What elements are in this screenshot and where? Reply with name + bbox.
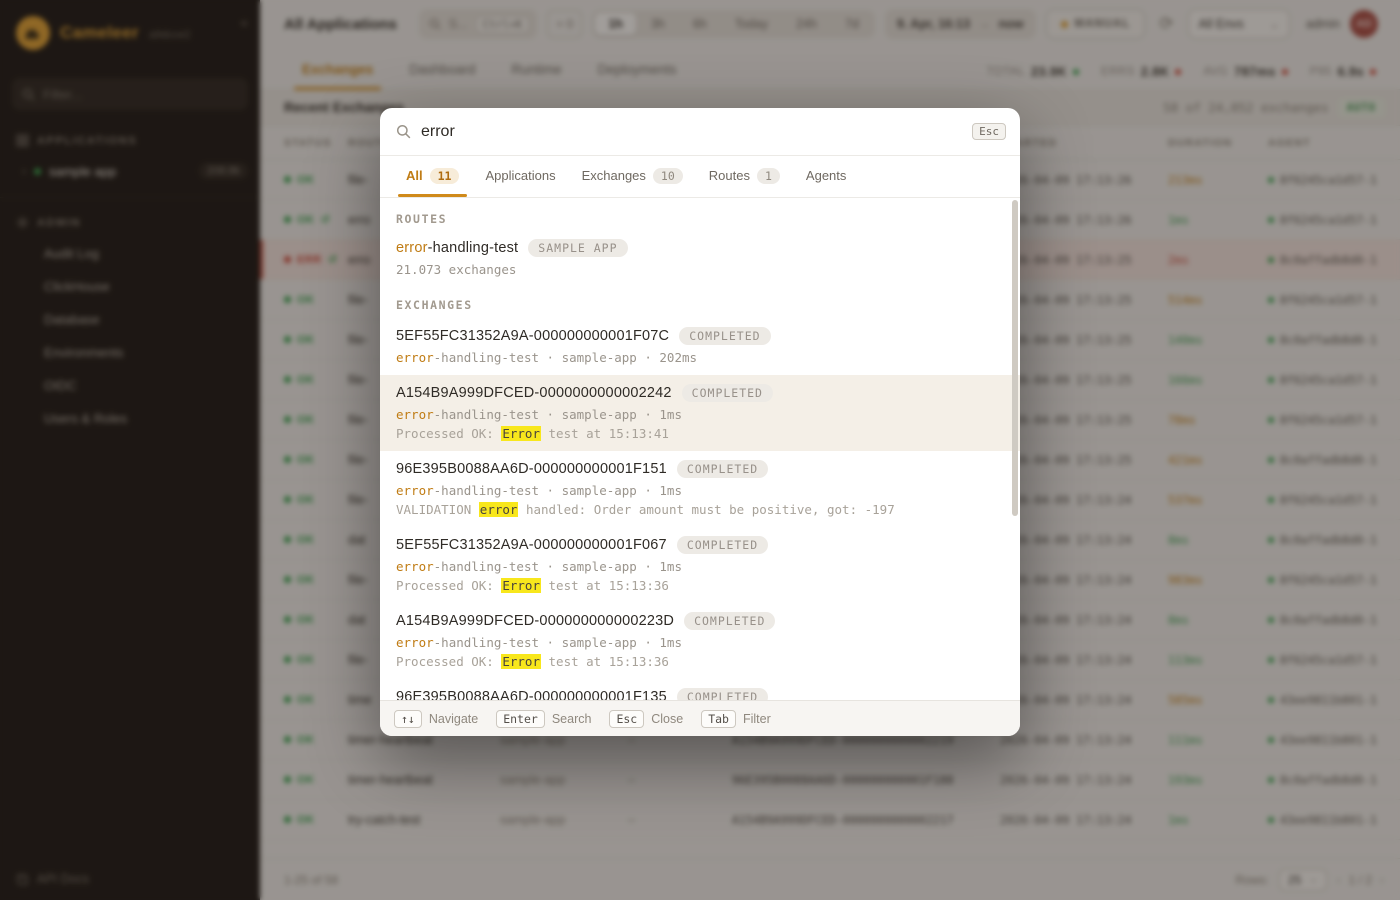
- modal-filter-tabs: All 11 Applications Exchanges 10 Routes 1 A…: [380, 156, 1020, 198]
- tab-count-badge: 11: [429, 167, 460, 184]
- exchange-result-item[interactable]: 96E395B0088AA6D-000000000001F135 COMPLET…: [380, 679, 1020, 700]
- exchange-meta: error-handling-test · sample-app · 1ms: [396, 559, 682, 574]
- scrollbar-thumb[interactable]: [1012, 200, 1018, 516]
- search-icon: [396, 124, 411, 139]
- exchange-result-item[interactable]: 96E395B0088AA6D-000000000001F151 COMPLET…: [380, 451, 1020, 527]
- modal-footer: ↑↓ Navigate Enter Search Esc Close Tab F…: [380, 700, 1020, 736]
- routes-section-header: ROUTES: [396, 212, 448, 226]
- exchange-result-item[interactable]: A154B9A999DFCED-000000000000223D COMPLET…: [380, 603, 1020, 679]
- modal-tab[interactable]: Routes 1: [699, 158, 790, 196]
- modal-tab[interactable]: Exchanges 10: [572, 158, 693, 196]
- exchange-results-list: 5EF55FC31352A9A-000000000001F07C COMPLET…: [380, 318, 1020, 700]
- exchange-id: 96E395B0088AA6D-000000000001F135: [396, 689, 667, 700]
- modal-tab[interactable]: All 11: [396, 158, 469, 197]
- exchange-result-item[interactable]: 5EF55FC31352A9A-000000000001F07C COMPLET…: [380, 318, 1020, 375]
- esc-key-badge[interactable]: Esc: [972, 123, 1006, 140]
- route-result-item[interactable]: error-handling-test SAMPLE APP 21.073 ex…: [380, 232, 1020, 286]
- exchange-id: 5EF55FC31352A9A-000000000001F067: [396, 537, 667, 553]
- exchange-message: Processed OK: Error test at 15:13:36: [396, 578, 669, 593]
- key-badge: ↑↓: [394, 709, 422, 728]
- app-badge: SAMPLE APP: [528, 239, 628, 257]
- highlighted-match: Error: [501, 654, 541, 669]
- highlighted-match: Error: [501, 426, 541, 441]
- status-badge: COMPLETED: [681, 384, 773, 402]
- exchange-id: A154B9A999DFCED-000000000000223D: [396, 613, 675, 629]
- exchange-message: Processed OK: Error test at 15:13:36: [396, 654, 669, 669]
- modal-search-bar: error Esc: [380, 108, 1020, 156]
- exchange-meta: error-handling-test · sample-app · 1ms: [396, 483, 682, 498]
- exchange-result-item[interactable]: 5EF55FC31352A9A-000000000001F067 COMPLET…: [380, 527, 1020, 603]
- exchange-meta: error-handling-test · sample-app · 1ms: [396, 635, 682, 650]
- status-badge: COMPLETED: [676, 688, 769, 700]
- highlighted-match: Error: [501, 578, 541, 593]
- tab-count-badge: 10: [652, 167, 683, 184]
- search-input[interactable]: error: [421, 123, 962, 141]
- key-badge: Enter: [496, 709, 545, 728]
- modal-results: ROUTES error-handling-test SAMPLE APP 21…: [380, 198, 1020, 700]
- keyboard-hint: Enter Search: [496, 709, 591, 728]
- key-badge: Esc: [609, 709, 645, 728]
- exchange-id: A154B9A999DFCED-0000000000002242: [396, 385, 672, 401]
- screen: Cameleer a9dcce2 « Filter... APPLICATION…: [0, 0, 1400, 900]
- status-badge: COMPLETED: [676, 536, 769, 554]
- highlighted-match: error: [478, 502, 519, 517]
- status-badge: COMPLETED: [676, 460, 769, 478]
- route-result-meta: 21.073 exchanges: [396, 262, 517, 277]
- exchange-id: 5EF55FC31352A9A-000000000001F07C: [396, 328, 670, 344]
- keyboard-hint: Tab Filter: [701, 709, 771, 728]
- exchange-meta: error-handling-test · sample-app · 1ms: [396, 407, 682, 422]
- modal-tab[interactable]: Agents: [796, 158, 856, 195]
- key-badge: Tab: [701, 709, 736, 728]
- exchanges-section-header: EXCHANGES: [396, 298, 473, 312]
- exchange-message: VALIDATION error handled: Order amount m…: [396, 502, 895, 517]
- exchange-id: 96E395B0088AA6D-000000000001F151: [396, 461, 667, 477]
- search-modal: error Esc All 11 Applications Exchanges 10…: [380, 108, 1020, 736]
- status-badge: COMPLETED: [679, 327, 771, 345]
- keyboard-hint: Esc Close: [609, 709, 683, 728]
- status-badge: COMPLETED: [684, 612, 776, 630]
- exchange-message: Processed OK: Error test at 15:13:41: [396, 426, 669, 441]
- exchange-meta: error-handling-test · sample-app · 202ms: [396, 350, 698, 365]
- exchange-result-item[interactable]: A154B9A999DFCED-0000000000002242 COMPLET…: [380, 375, 1020, 451]
- modal-tab[interactable]: Applications: [475, 158, 565, 195]
- keyboard-hint: ↑↓ Navigate: [394, 709, 478, 728]
- tab-count-badge: 1: [756, 167, 780, 184]
